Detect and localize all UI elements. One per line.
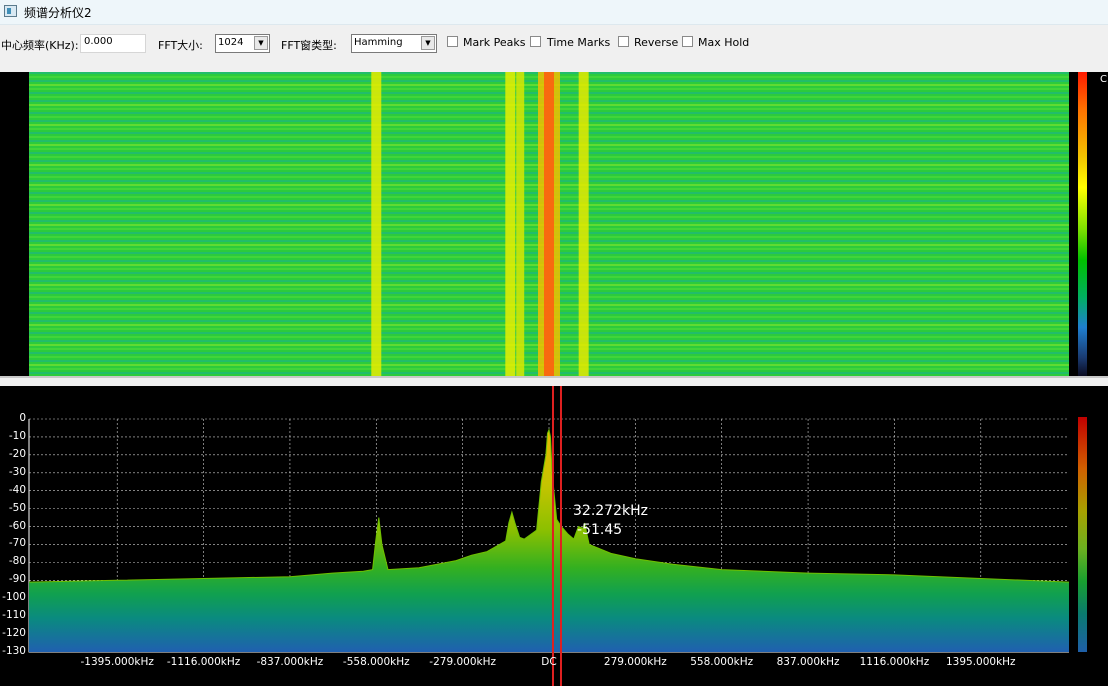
- x-tick-label: -1116.000kHz: [166, 656, 241, 668]
- window-type-label: FFT窗类型:: [281, 39, 337, 52]
- time-marks-checkbox[interactable]: [530, 36, 541, 47]
- y-tick-label: -130: [2, 645, 26, 657]
- reverse-checkbox[interactable]: [618, 36, 629, 47]
- center-freq-input[interactable]: 0.000: [80, 34, 146, 53]
- reverse-label[interactable]: Reverse: [634, 36, 678, 49]
- time-marks-label[interactable]: Time Marks: [547, 36, 610, 49]
- x-tick-label: -279.000kHz: [429, 656, 496, 668]
- marker-freq-label: 32.272kHz: [573, 503, 648, 519]
- y-tick-label: -40: [8, 483, 26, 496]
- window-title: 频谱分析仪2: [24, 6, 92, 20]
- spectrum-panel[interactable]: 0 -10 -20 -30 -40 -50 -60 -70 -80 -90 -100 -110 -120…: [0, 386, 1108, 686]
- x-tick-label: -1395.000kHz: [80, 656, 154, 668]
- x-tick-label: 1116.000kHz: [859, 656, 930, 668]
- waterfall-signal-column: [516, 72, 525, 376]
- waterfall-colorscale: [1078, 72, 1087, 376]
- fft-size-value: 1024: [218, 37, 244, 48]
- y-tick-label: -10: [8, 429, 26, 442]
- waterfall-panel[interactable]: C: [0, 72, 1108, 378]
- app-icon: [4, 5, 17, 17]
- center-freq-label: 中心频率(KHz):: [1, 39, 79, 52]
- waterfall-image: [29, 72, 1069, 376]
- window-type-value: Hamming: [354, 37, 403, 48]
- y-tick-label: -30: [8, 465, 26, 478]
- y-tick-label: -60: [8, 519, 26, 532]
- y-tick-label: 0: [19, 412, 26, 424]
- x-tick-label: 1395.000kHz: [945, 656, 1016, 668]
- y-tick-label: -100: [2, 591, 26, 604]
- waterfall-signal-column: [544, 72, 554, 376]
- window-type-select[interactable]: Hamming ▼: [351, 34, 437, 53]
- y-tick-label: -50: [8, 501, 26, 514]
- marker-level-label: -51.45: [577, 522, 623, 538]
- y-tick-label: -90: [8, 573, 26, 586]
- waterfall-signal-column: [505, 72, 516, 376]
- fft-size-select[interactable]: 1024 ▼: [215, 34, 270, 53]
- y-tick-label: -80: [8, 555, 26, 568]
- spectrum-plot: [28, 386, 1070, 686]
- chevron-down-icon[interactable]: ▼: [254, 36, 268, 50]
- x-tick-label: -837.000kHz: [256, 656, 324, 668]
- y-tick-label: -20: [8, 447, 26, 460]
- spectrum-trace-area: [29, 429, 1069, 652]
- waterfall-signal-column: [371, 72, 382, 376]
- splitter[interactable]: [0, 378, 1108, 386]
- x-tick-label: 558.000kHz: [690, 656, 754, 668]
- max-hold-checkbox[interactable]: [682, 36, 693, 47]
- colorscale-top-label: C: [1100, 74, 1107, 85]
- fft-size-label: FFT大小:: [158, 39, 203, 52]
- waterfall-signal-column: [578, 72, 589, 376]
- y-tick-label: -70: [8, 537, 26, 550]
- toolbar: 中心频率(KHz): 0.000 FFT大小: 1024 ▼ FFT窗类型: H…: [0, 25, 1108, 70]
- x-tick-label: 837.000kHz: [776, 656, 840, 668]
- chevron-down-icon[interactable]: ▼: [421, 36, 435, 50]
- mark-peaks-label[interactable]: Mark Peaks: [463, 36, 525, 49]
- x-tick-label: DC: [541, 656, 557, 668]
- x-tick-label: -558.000kHz: [342, 656, 410, 668]
- spectrum-colorscale: [1078, 417, 1087, 652]
- y-tick-label: -120: [2, 627, 26, 640]
- y-tick-label: -110: [2, 609, 26, 622]
- x-tick-label: 279.000kHz: [603, 656, 667, 668]
- title-bar: 频谱分析仪2: [0, 0, 1108, 25]
- mark-peaks-checkbox[interactable]: [447, 36, 458, 47]
- max-hold-label[interactable]: Max Hold: [698, 36, 749, 49]
